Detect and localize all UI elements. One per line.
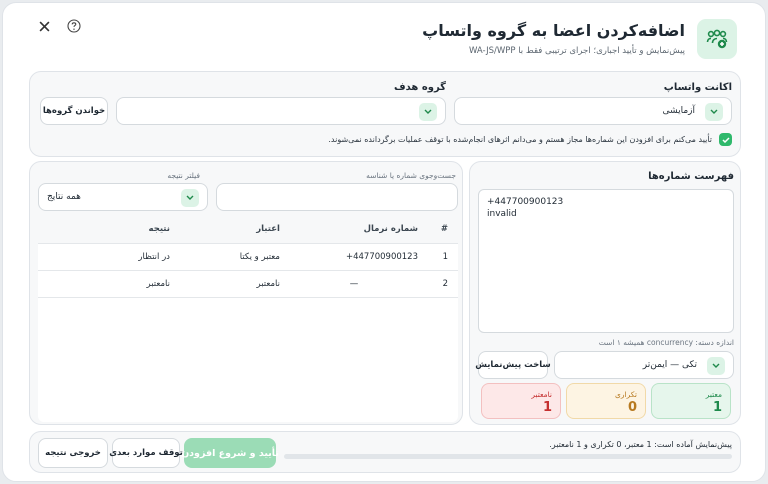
settings-card: اکانت واتساپ آزمایشی گروه هدف خواندن گرو…: [29, 71, 741, 157]
stat-invalid: نامعتبر 1: [481, 383, 561, 419]
chevron-down-icon: [705, 103, 723, 121]
close-icon: [39, 21, 49, 31]
numbers-label: فهرست شماره‌ها: [648, 171, 734, 182]
stop-next-button[interactable]: توقف موارد بعدی: [109, 438, 183, 468]
account-select-value: آزمایشی: [662, 106, 695, 116]
concurrency-note: اندازه دسته: concurrency همیشه ۱ است: [598, 338, 734, 347]
search-input[interactable]: [216, 183, 458, 211]
row-number: +447700900123: [289, 243, 428, 271]
footer-bar: پیش‌نمایش آماده است: 1 معتبر، 0 تکراری و…: [29, 431, 741, 473]
column-header-index: #: [428, 215, 458, 244]
account-label: اکانت واتساپ: [663, 82, 732, 93]
read-groups-button[interactable]: خواندن گروه‌ها: [40, 97, 108, 125]
mode-select[interactable]: تکی — ایمن‌تر: [554, 351, 734, 379]
row-validity: معتبر و یکتا: [179, 243, 290, 271]
build-preview-button[interactable]: ساخت پیش‌نمایش: [475, 351, 551, 379]
stat-duplicate: تکراری 0: [566, 383, 646, 419]
chevron-down-icon: [181, 189, 199, 207]
results-table: # شماره نرمال اعتبار نتیجه 1 +4477009001…: [38, 215, 458, 298]
column-header-validity: اعتبار: [179, 215, 290, 244]
filter-label: فیلتر نتیجه: [167, 171, 200, 180]
stat-invalid-label: نامعتبر: [531, 390, 552, 399]
check-icon: [721, 136, 730, 143]
result-filter-select[interactable]: همه نتایج: [38, 183, 208, 211]
stat-duplicate-label: تکراری: [615, 390, 637, 399]
confirm-label: تأیید می‌کنم برای افزودن این شماره‌ها مج…: [328, 135, 712, 144]
stat-duplicate-value: 0: [627, 400, 637, 415]
chevron-down-icon: [707, 357, 725, 375]
stat-valid: معتبر 1: [651, 383, 731, 419]
table-row: 1 +447700900123 معتبر و یکتا در انتظار: [38, 243, 458, 271]
help-button[interactable]: [63, 15, 85, 37]
search-label: جست‌وجوی شماره یا شناسه: [366, 171, 456, 180]
row-result: نامعتبر: [38, 270, 180, 298]
group-select[interactable]: [116, 97, 446, 125]
status-text: پیش‌نمایش آماده است: 1 معتبر، 0 تکراری و…: [549, 440, 732, 449]
row-result: در انتظار: [38, 243, 180, 271]
close-button[interactable]: [33, 15, 55, 37]
chevron-down-icon: [419, 103, 437, 121]
export-result-button[interactable]: خروجی نتیجه: [38, 438, 108, 468]
group-label: گروه هدف: [394, 82, 446, 93]
dialog-subtitle: پیش‌نمایش و تأیید اجباری؛ اجرای ترتیبی ف…: [468, 46, 685, 56]
numbers-textarea[interactable]: +447700900123 invalid: [478, 189, 734, 333]
stat-valid-value: 1: [712, 400, 722, 415]
dialog-header: اضافه‌کردن اعضا به گروه واتساپ پیش‌نمایش…: [3, 3, 765, 73]
stat-valid-label: معتبر: [705, 390, 722, 399]
column-header-number: شماره نرمال: [289, 215, 428, 244]
row-validity: نامعتبر: [179, 270, 290, 298]
account-select[interactable]: آزمایشی: [454, 97, 732, 125]
progress-bar: [284, 454, 732, 459]
row-index: 1: [428, 243, 458, 271]
add-members-dialog: اضافه‌کردن اعضا به گروه واتساپ پیش‌نمایش…: [2, 2, 766, 482]
dialog-title: اضافه‌کردن اعضا به گروه واتساپ: [422, 21, 685, 40]
stat-invalid-value: 1: [542, 400, 552, 415]
help-icon: [67, 19, 81, 33]
column-header-result: نتیجه: [38, 215, 180, 244]
table-row: 2 — نامعتبر نامعتبر: [38, 270, 458, 298]
group-add-icon: [697, 19, 737, 59]
confirm-checkbox[interactable]: [719, 133, 732, 146]
row-number: —: [289, 270, 428, 298]
filter-select-value: همه نتایج: [47, 192, 81, 202]
row-index: 2: [428, 270, 458, 298]
start-adding-button[interactable]: تأیید و شروع افزودن: [181, 438, 279, 468]
mode-select-value: تکی — ایمن‌تر: [642, 360, 697, 370]
